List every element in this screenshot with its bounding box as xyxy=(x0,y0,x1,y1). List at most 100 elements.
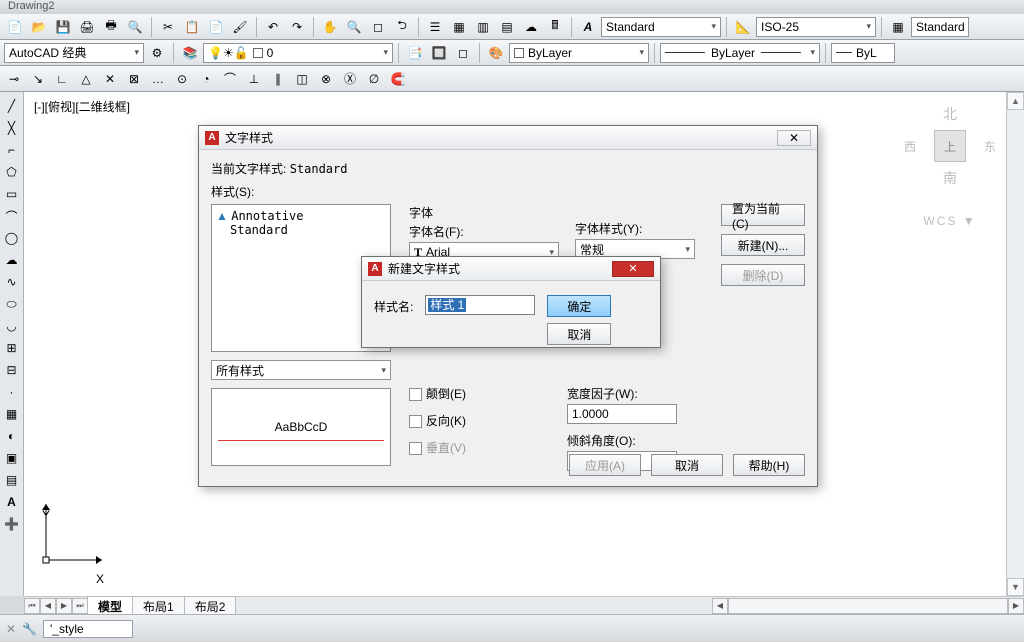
snap-insert-icon[interactable]: ◫ xyxy=(292,69,312,89)
block-icon[interactable]: ⊟ xyxy=(2,360,22,380)
ellipsearc-icon[interactable]: ◡ xyxy=(2,316,22,336)
ws-settings-icon[interactable]: ⚙ xyxy=(146,42,168,64)
layeriso-icon[interactable]: 🔲 xyxy=(428,42,450,64)
close-icon[interactable]: ✕ xyxy=(612,261,654,277)
linetype-combo[interactable]: ByLayer ▾ xyxy=(660,43,820,63)
text-style-titlebar[interactable]: A 文字样式 ✕ xyxy=(199,126,817,150)
undo-icon[interactable]: ↶ xyxy=(262,16,284,38)
command-input[interactable]: '_style xyxy=(43,620,133,638)
snap-endpoint-icon[interactable]: ∟ xyxy=(52,69,72,89)
tab-first-icon[interactable]: ⏮ xyxy=(24,598,40,614)
snap-nearest-icon[interactable]: Ⓧ xyxy=(340,69,360,89)
backwards-checkbox[interactable] xyxy=(409,415,422,428)
props-icon[interactable]: ☰ xyxy=(424,16,446,38)
sheet-icon[interactable]: ▤ xyxy=(496,16,518,38)
widthfactor-input[interactable]: 1.0000 xyxy=(567,404,677,424)
cmd-close-icon[interactable]: ✕ xyxy=(6,622,16,636)
snap-settings-icon[interactable]: 🧲 xyxy=(388,69,408,89)
snap-quadrant-icon[interactable]: ◔ xyxy=(196,69,216,89)
table-icon[interactable]: ▤ xyxy=(2,470,22,490)
line-icon[interactable]: ╱ xyxy=(2,96,22,116)
calc-icon[interactable]: 🖩 xyxy=(544,16,566,38)
zoom-icon[interactable]: 🔍 xyxy=(343,16,365,38)
lineweight-combo[interactable]: ByL xyxy=(831,43,895,63)
snap-midpoint-icon[interactable]: △ xyxy=(76,69,96,89)
new-text-style-titlebar[interactable]: A 新建文字样式 ✕ xyxy=(362,257,660,281)
zoomprev-icon[interactable]: ⮌ xyxy=(391,16,413,38)
snap-temp-track-icon[interactable]: ⊸ xyxy=(4,69,24,89)
ellipse-icon[interactable]: ⬭ xyxy=(2,294,22,314)
tablestyle-combo[interactable]: Standard xyxy=(911,17,969,37)
circle-icon[interactable]: ◯ xyxy=(2,228,22,248)
color-icon[interactable]: 🎨 xyxy=(485,42,507,64)
dimstyle-combo[interactable]: ISO-25▾ xyxy=(756,17,876,37)
tab-layout1[interactable]: 布局1 xyxy=(132,596,185,616)
pline-icon[interactable]: ⌐ xyxy=(2,140,22,160)
new-style-button[interactable]: 新建(N)... xyxy=(721,234,805,256)
snap-perpendicular-icon[interactable]: ⊥ xyxy=(244,69,264,89)
horizontal-scrollbar[interactable]: ◀ ▶ xyxy=(712,598,1024,614)
hatch-icon[interactable]: ▦ xyxy=(2,404,22,424)
tab-layout2[interactable]: 布局2 xyxy=(184,596,237,616)
match-icon[interactable]: 🖌 xyxy=(229,16,251,38)
snap-intersection-icon[interactable]: ✕ xyxy=(100,69,120,89)
addselected-icon[interactable]: ➕ xyxy=(2,514,22,534)
saveas-icon[interactable]: 🖨 xyxy=(76,16,98,38)
viewport-label[interactable]: [-][俯视][二维线框] xyxy=(34,98,130,115)
cut-icon[interactable]: ✂ xyxy=(157,16,179,38)
pan-icon[interactable]: ✋ xyxy=(319,16,341,38)
tpalette-icon[interactable]: ▥ xyxy=(472,16,494,38)
style-filter-combo[interactable]: 所有样式▾ xyxy=(211,360,391,380)
rectangle-icon[interactable]: ▭ xyxy=(2,184,22,204)
textstyle-combo[interactable]: Standard▾ xyxy=(601,17,721,37)
spline-icon[interactable]: ∿ xyxy=(2,272,22,292)
zoomwin-icon[interactable]: ◻ xyxy=(367,16,389,38)
insert-icon[interactable]: ⊞ xyxy=(2,338,22,358)
snap-from-icon[interactable]: ↘ xyxy=(28,69,48,89)
style-name-input[interactable]: 样式 1 xyxy=(425,295,535,315)
arc-icon[interactable]: ⌒ xyxy=(2,206,22,226)
style-list-item[interactable]: Standard xyxy=(216,223,386,237)
markup-icon[interactable]: ☁ xyxy=(520,16,542,38)
scroll-up-icon[interactable]: ▲ xyxy=(1007,92,1024,110)
layeroff-icon[interactable]: ◻ xyxy=(452,42,474,64)
layer-combo[interactable]: 💡 ☀ 🔓 0 ▾ xyxy=(203,43,393,63)
viewcube[interactable]: 北 西 上 东 南 WCS ▼ xyxy=(904,104,996,244)
gradient-icon[interactable]: ◐ xyxy=(2,426,22,446)
hscroll-track[interactable] xyxy=(728,598,1008,614)
region-icon[interactable]: ▣ xyxy=(2,448,22,468)
snap-none-icon[interactable]: ∅ xyxy=(364,69,384,89)
close-icon[interactable]: ✕ xyxy=(777,130,811,146)
textstyle-icon[interactable]: A xyxy=(577,16,599,38)
snap-center-icon[interactable]: ⊙ xyxy=(172,69,192,89)
set-current-button[interactable]: 置为当前(C) xyxy=(721,204,805,226)
hscroll-left-icon[interactable]: ◀ xyxy=(712,598,728,614)
wcs-label[interactable]: WCS xyxy=(923,214,957,228)
style-list-item[interactable]: ▲ Annotative xyxy=(216,209,386,223)
layerstate-icon[interactable]: 📑 xyxy=(404,42,426,64)
tab-next-icon[interactable]: ▶ xyxy=(56,598,72,614)
cancel-button[interactable]: 取消 xyxy=(547,323,611,345)
color-combo[interactable]: ByLayer▾ xyxy=(509,43,649,63)
plot-icon[interactable]: 🖶 xyxy=(100,16,122,38)
xline-icon[interactable]: ╳ xyxy=(2,118,22,138)
snap-appint-icon[interactable]: ⊠ xyxy=(124,69,144,89)
help-button[interactable]: 帮助(H) xyxy=(733,454,805,476)
hscroll-right-icon[interactable]: ▶ xyxy=(1008,598,1024,614)
save-icon[interactable]: 💾 xyxy=(52,16,74,38)
scroll-down-icon[interactable]: ▼ xyxy=(1007,578,1024,596)
redo-icon[interactable]: ↷ xyxy=(286,16,308,38)
open-icon[interactable]: 📂 xyxy=(28,16,50,38)
viewcube-east[interactable]: 东 xyxy=(984,138,996,155)
viewcube-west[interactable]: 西 xyxy=(904,138,916,155)
viewcube-top[interactable]: 上 xyxy=(934,130,966,162)
tablestyle-icon[interactable]: ▦ xyxy=(887,16,909,38)
mtext-icon[interactable]: A xyxy=(2,492,22,512)
new-icon[interactable]: 📄 xyxy=(4,16,26,38)
dimstyle-icon[interactable]: 📐 xyxy=(732,16,754,38)
paste-icon[interactable]: 📄 xyxy=(205,16,227,38)
copy-icon[interactable]: 📋 xyxy=(181,16,203,38)
point-icon[interactable]: · xyxy=(2,382,22,402)
viewcube-north[interactable]: 北 xyxy=(904,104,996,124)
cancel-button[interactable]: 取消 xyxy=(651,454,723,476)
